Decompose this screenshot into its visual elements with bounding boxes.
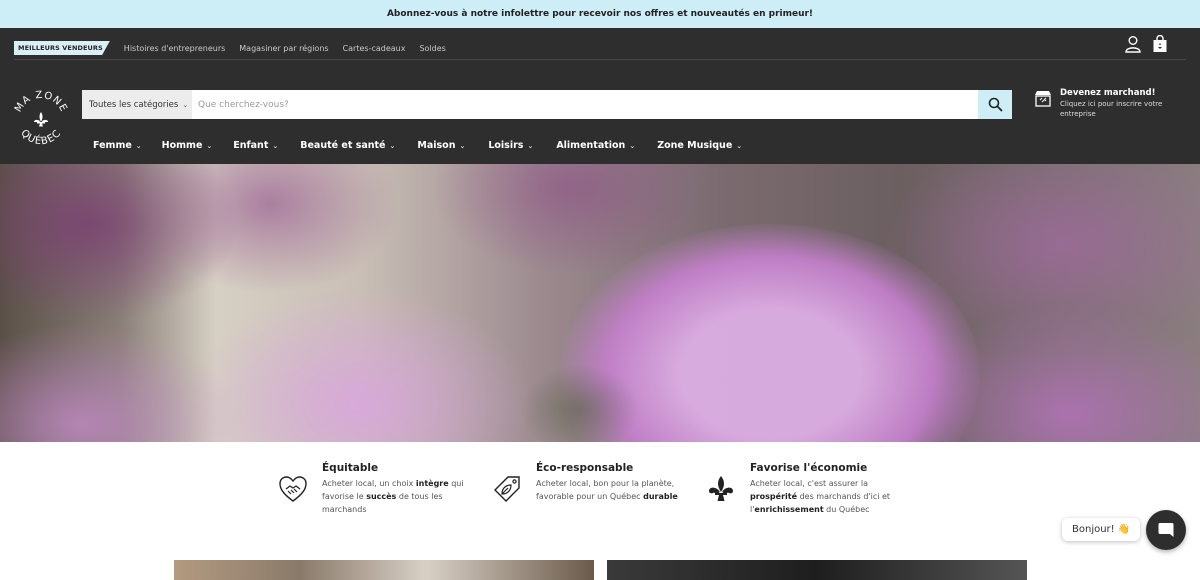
nav-label: Alimentation [556, 140, 626, 151]
nav-item-zone-musique[interactable]: Zone Musique ⌄ [657, 140, 742, 151]
feature-economie: Favorise l'économie Acheter local, c'est… [706, 462, 920, 516]
topnav-link-sales[interactable]: Soldes [419, 44, 445, 53]
handshake-heart-icon [278, 462, 310, 516]
feature-description: Acheter local, bon pour la planète, favo… [536, 479, 678, 501]
search-button[interactable] [978, 90, 1012, 119]
search-input[interactable] [192, 90, 978, 119]
logo-line-1: MA ZONE [13, 90, 68, 114]
nav-label: Femme [93, 140, 132, 151]
best-sellers-badge[interactable]: MEILLEURS VENDEURS [14, 41, 110, 55]
waving-hand-icon: 👋 [1117, 524, 1131, 535]
site-header: MEILLEURS VENDEURS Histoires d'entrepren… [0, 28, 1200, 164]
topnav-link-regions[interactable]: Magasiner par régions [239, 44, 328, 53]
nav-item-enfant[interactable]: Enfant ⌄ [233, 140, 278, 151]
feature-eco-responsable: Éco-responsable Acheter local, bon pour … [492, 462, 706, 516]
promo-tile-image-right[interactable] [607, 560, 1027, 580]
top-nav: MEILLEURS VENDEURS Histoires d'entrepren… [14, 40, 446, 56]
nav-label: Zone Musique [657, 140, 733, 151]
svg-text:MA ZONE: MA ZONE [13, 90, 69, 114]
nav-label: Maison [417, 140, 456, 151]
category-select[interactable]: Toutes les catégories ⌄ [82, 90, 192, 119]
become-merchant-link[interactable]: Devenez marchand! Cliquez ici pour inscr… [1033, 88, 1180, 119]
merchant-subtitle: Cliquez ici pour inscrire votre entrepri… [1060, 100, 1163, 118]
feature-description: Acheter local, c'est assurer la prospéri… [750, 479, 891, 514]
topnav-link-entrepreneurs[interactable]: Histoires d'entrepreneurs [124, 44, 225, 53]
main-nav: Femme ⌄ Homme ⌄ Enfant ⌄ Beauté et santé ⌄ M… [93, 140, 742, 151]
chevron-down-icon: ⌄ [736, 141, 743, 150]
ma-zone-quebec-logo[interactable]: MA ZONE QUÉBEC [11, 68, 71, 158]
search-icon [988, 97, 1002, 112]
chevron-down-icon: ⌄ [389, 141, 396, 150]
chat-bubble-icon [1158, 523, 1174, 537]
merchant-title: Devenez marchand! [1060, 88, 1156, 98]
chat-greeting-text: Bonjour! [1072, 524, 1115, 535]
promo-tile-image-left[interactable] [174, 560, 594, 580]
feature-description: Acheter local, un choix intègre qui favo… [322, 479, 464, 514]
logo-fleur-de-lis-icon [34, 112, 48, 127]
nav-item-maison[interactable]: Maison ⌄ [417, 140, 465, 151]
chat-launcher-button[interactable] [1146, 510, 1186, 550]
topnav-link-gift-cards[interactable]: Cartes-cadeaux [343, 44, 406, 53]
feature-title: Favorise l'économie [750, 462, 868, 474]
feature-title: Éco-responsable [536, 462, 634, 474]
feature-title: Équitable [322, 462, 379, 474]
value-propositions: Équitable Acheter local, un choix intègr… [278, 462, 920, 516]
chevron-down-icon: ⌄ [527, 141, 534, 150]
chevron-down-icon: ⌄ [629, 141, 636, 150]
nav-item-loisirs[interactable]: Loisirs ⌄ [488, 140, 533, 151]
chat-greeting-bubble[interactable]: Bonjour! 👋 [1062, 518, 1141, 541]
chevron-down-icon: ⌄ [206, 141, 213, 150]
chevron-down-icon: ⌄ [135, 141, 142, 150]
nav-item-beaute-sante[interactable]: Beauté et santé ⌄ [300, 140, 395, 151]
shopping-bag-icon[interactable] [1152, 35, 1168, 53]
chevron-down-icon: ⌄ [182, 100, 189, 109]
svg-text:QUÉBEC: QUÉBEC [18, 128, 63, 148]
nav-item-homme[interactable]: Homme ⌄ [162, 140, 213, 151]
account-icons [1124, 35, 1168, 53]
search-bar: Toutes les catégories ⌄ [82, 90, 1012, 119]
nav-label: Homme [161, 140, 203, 151]
nav-item-alimentation[interactable]: Alimentation ⌄ [556, 140, 635, 151]
nav-label: Enfant [233, 140, 269, 151]
hero-blur-shape [180, 284, 540, 442]
leaf-tag-icon [492, 462, 524, 516]
nav-label: Beauté et santé [300, 140, 386, 151]
header-divider [14, 59, 1186, 60]
user-icon[interactable] [1124, 35, 1142, 53]
storefront-icon [1035, 91, 1051, 107]
category-select-value: Toutes les catégories [89, 99, 179, 110]
announcement-bar[interactable]: Abonnez-vous à notre infolettre pour rec… [0, 0, 1200, 28]
nav-item-femme[interactable]: Femme ⌄ [93, 140, 142, 151]
chevron-down-icon: ⌄ [272, 141, 279, 150]
nav-label: Loisirs [488, 140, 524, 151]
feature-equitable: Équitable Acheter local, un choix intègr… [278, 462, 492, 516]
hero-banner-image[interactable] [0, 164, 1200, 442]
logo-line-2: QUÉBEC [18, 128, 62, 148]
chevron-down-icon: ⌄ [459, 141, 466, 150]
fleur-de-lis-icon [706, 462, 738, 516]
announcement-text[interactable]: Abonnez-vous à notre infolettre pour rec… [387, 9, 813, 19]
